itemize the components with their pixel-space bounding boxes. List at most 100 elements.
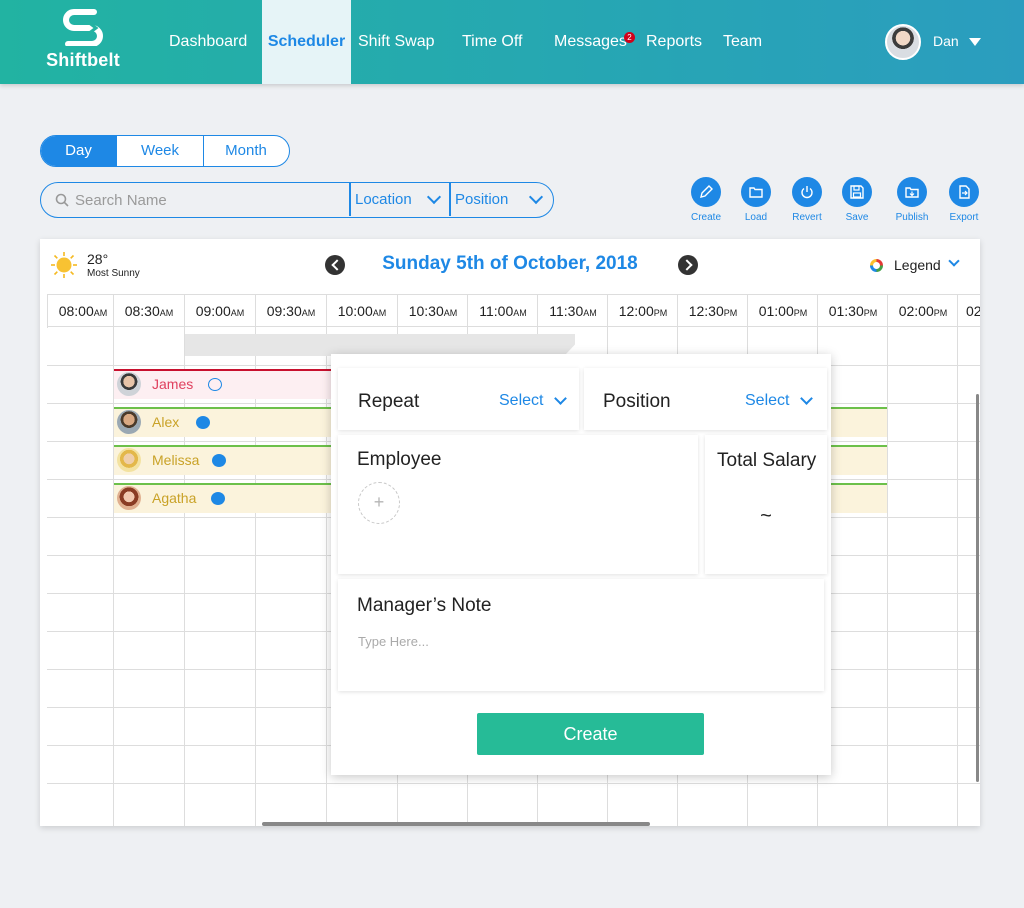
nav-dashboard[interactable]: Dashboard [169,0,247,84]
chevron-down-icon [800,392,813,405]
nav-time-off[interactable]: Time Off [462,0,522,84]
horizontal-scrollbar[interactable] [262,822,650,826]
total-salary-field: Total Salary ~ [705,435,827,574]
load-label: Load [744,212,768,223]
position-field[interactable]: Position Select [584,368,827,430]
filter-divider [449,183,451,216]
nav-scheduler[interactable]: Scheduler [262,0,351,84]
view-day-tab[interactable]: Day [41,136,117,166]
employee-title: Employee [357,449,442,470]
position-select[interactable]: Position [455,183,551,216]
avatar [117,448,141,472]
chevron-down-icon [948,255,960,267]
note-input[interactable] [358,634,798,649]
weather-condition: Most Sunny [87,268,140,279]
employee-name: Alex [152,414,180,430]
legend-ring-icon [870,259,883,272]
chat-bubble-icon[interactable] [196,416,210,429]
grid-vline [887,327,888,826]
app-name: Shiftbelt [46,50,120,70]
nav-shift-swap[interactable]: Shift Swap [358,0,434,84]
vertical-scrollbar[interactable] [976,394,979,782]
floppy-disk-icon [850,185,864,199]
hour-label: 10:30AM [397,295,468,328]
popup-pointer [566,336,600,354]
hour-label: 09:30AM [255,295,326,328]
avatar [117,486,141,510]
app-logo[interactable]: Shiftbelt [46,8,120,74]
legend-label: Legend [894,257,941,273]
employee-name: Agatha [152,490,197,506]
grid-vline [255,327,256,826]
chat-bubble-icon[interactable] [212,454,226,467]
location-select[interactable]: Location [355,183,451,216]
hour-label: 12:30PM [677,295,748,328]
nav-messages[interactable]: Messages 2 [554,0,635,84]
hour-label: 02 [957,295,980,328]
repeat-field[interactable]: Repeat Select [338,368,579,430]
hour-label: 01:30PM [817,295,888,328]
messages-badge: 2 [624,32,635,43]
grid-vline [957,327,958,826]
revert-button[interactable]: Revert [782,177,832,223]
create-shift-button[interactable]: Create [477,713,704,755]
grid-vline [113,327,114,826]
unassigned-slot[interactable] [185,334,575,356]
search-name-input[interactable] [75,189,345,211]
hour-label: 02:00PM [887,295,958,328]
sun-icon [51,252,77,278]
plus-icon[interactable]: + [358,482,400,524]
save-label: Save [845,212,869,223]
filter-bar: Location Position [40,182,554,218]
export-label: Export [949,212,979,223]
repeat-select[interactable]: Select [499,392,543,410]
grid-hline [47,783,980,784]
hour-label: 11:30AM [537,295,608,328]
folder-upload-icon [905,187,919,198]
revert-label: Revert [792,212,822,223]
hour-label: 01:00PM [747,295,818,328]
hour-header: 08:00AM 08:30AM 09:00AM 09:30AM 10:00AM … [47,294,980,328]
employee-name: James [152,376,194,392]
power-icon [801,186,813,199]
top-navbar: Shiftbelt Dashboard Scheduler Shift Swap… [0,0,1024,84]
position-select[interactable]: Select [745,392,789,410]
hour-label: 11:00AM [467,295,538,328]
chevron-right-icon[interactable] [678,255,698,275]
date-title: Sunday 5th of October, 2018 [382,253,638,274]
publish-label: Publish [895,212,929,223]
publish-button[interactable]: Publish [887,177,937,223]
nav-reports[interactable]: Reports [646,0,702,84]
load-button[interactable]: Load [731,177,781,223]
location-label: Location [355,191,412,208]
search-icon [55,193,69,207]
chat-bubble-icon[interactable] [211,492,225,505]
avatar [117,372,141,396]
save-button[interactable]: Save [832,177,882,223]
hour-label: 12:00PM [607,295,678,328]
manager-note-field: Manager’s Note [338,579,824,691]
export-button[interactable]: Export [939,177,989,223]
shiftbelt-logo-icon [63,9,103,46]
create-button[interactable]: Create [681,177,731,223]
create-label: Create [690,212,721,223]
caret-down-icon[interactable] [969,38,981,46]
avatar-icon [885,24,921,60]
chevron-left-icon[interactable] [325,255,345,275]
hour-label: 08:00AM [47,295,118,328]
grid-vline [326,327,327,826]
view-month-tab[interactable]: Month [204,136,288,166]
chevron-down-icon [528,189,544,205]
chat-bubble-outline-icon[interactable] [208,378,222,391]
employee-field: Employee + [338,435,698,574]
chevron-down-icon [554,392,567,405]
weather-temperature: 28° [87,251,109,267]
user-name: Dan [933,33,959,49]
filter-divider [349,183,351,216]
view-week-tab[interactable]: Week [117,136,204,166]
position-title: Position [603,391,671,412]
salary-value: ~ [760,505,772,527]
hour-label: 08:30AM [113,295,184,328]
nav-team[interactable]: Team [723,0,762,84]
grid-vline [184,327,185,826]
